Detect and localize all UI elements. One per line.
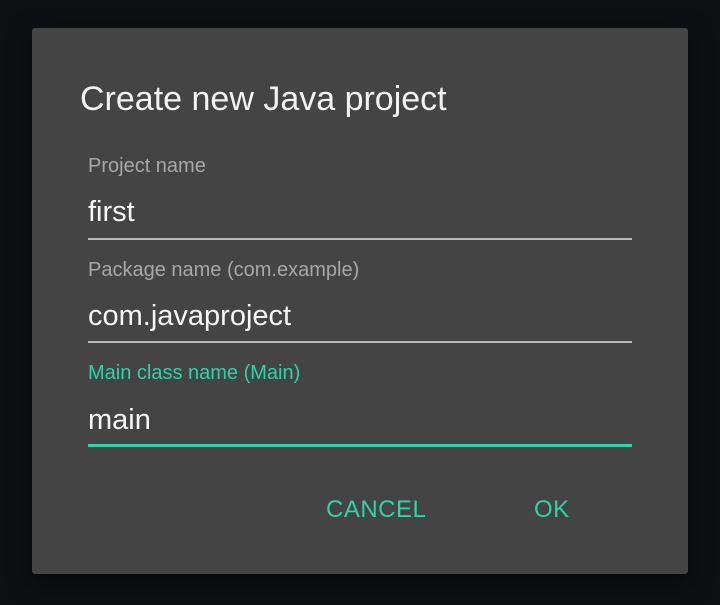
project-name-label: Project name <box>88 155 206 177</box>
package-name-underline <box>88 341 632 343</box>
project-name-input[interactable] <box>88 192 632 232</box>
main-class-name-input[interactable] <box>88 400 632 440</box>
package-name-input[interactable] <box>88 296 632 336</box>
main-class-name-underline <box>88 444 632 447</box>
main-class-name-label: Main class name (Main) <box>88 362 301 384</box>
project-name-underline <box>88 238 632 240</box>
dialog-title: Create new Java project <box>80 80 447 118</box>
cancel-button[interactable]: CANCEL <box>318 488 434 532</box>
package-name-label: Package name (com.example) <box>88 259 360 281</box>
ok-button[interactable]: OK <box>526 488 578 532</box>
create-project-dialog: Create new Java project Project name Pac… <box>32 28 688 574</box>
